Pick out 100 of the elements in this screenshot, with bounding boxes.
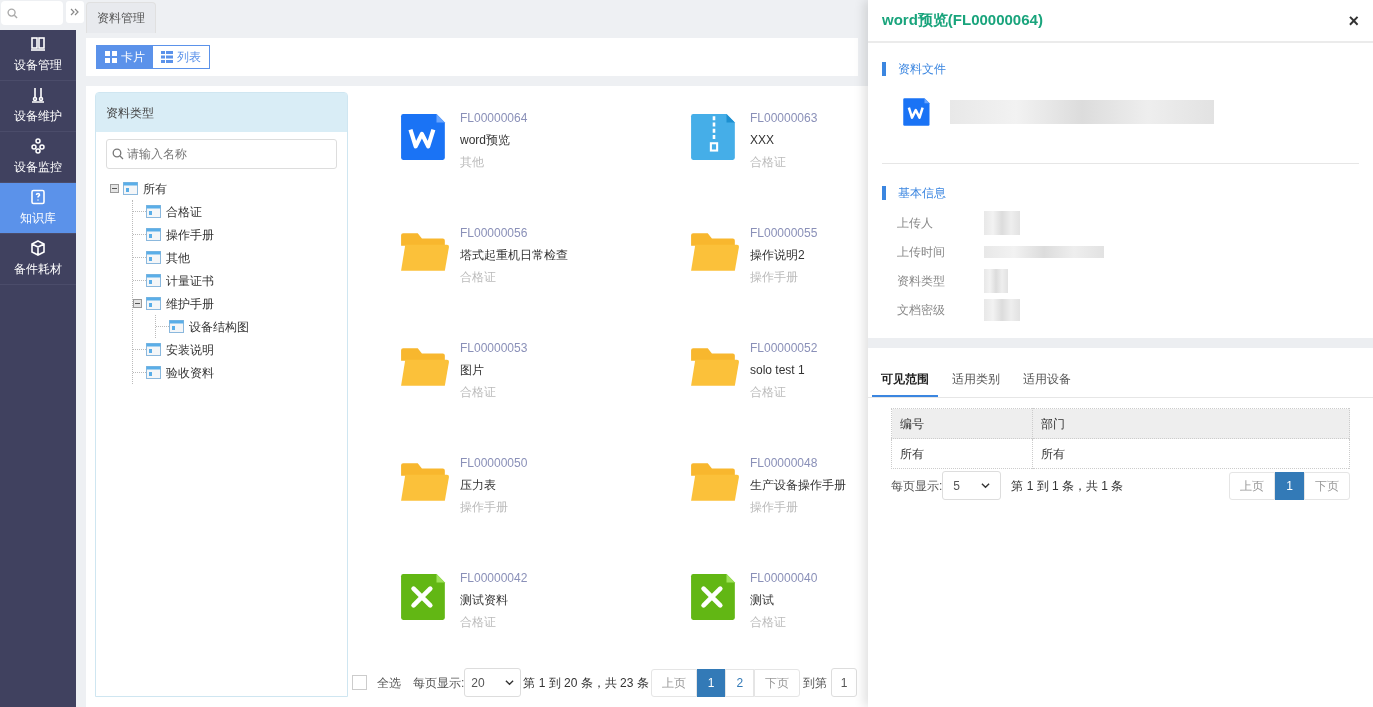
page-summary: 第 1 到 1 条，共 1 条	[1011, 477, 1124, 495]
section-title: 基本信息	[898, 185, 946, 202]
table-icon	[146, 297, 161, 310]
tree-item[interactable]: 维护手册	[166, 294, 214, 313]
blurred-value	[984, 268, 1008, 293]
file-name: word预览	[460, 132, 511, 149]
expand-button[interactable]	[66, 1, 84, 23]
page-size-select[interactable]: 20	[464, 668, 522, 697]
file-card[interactable]: FL00000052 solo test 1 合格证	[688, 339, 868, 398]
chevron-down-icon	[505, 678, 515, 687]
tree-item[interactable]: 所有	[143, 179, 167, 198]
nav-item[interactable]: 设备管理	[0, 30, 76, 81]
page-summary: 第 1 到 20 条，共 23 条	[523, 674, 649, 692]
collapse-toggle-icon[interactable]	[133, 299, 142, 308]
field-label: 上传时间	[897, 243, 946, 261]
file-card[interactable]: FL00000056 塔式起重机日常检查 合格证	[398, 224, 688, 283]
table-icon	[146, 343, 161, 356]
file-code: FL00000050	[460, 455, 528, 472]
page-size-select[interactable]: 5	[942, 471, 1002, 500]
page-tab[interactable]: 资料管理	[86, 2, 156, 33]
page-button[interactable]: 2	[725, 668, 755, 697]
tree-item[interactable]: 安装说明	[166, 340, 214, 359]
blurred-value	[984, 210, 1020, 235]
section-title: 资料文件	[898, 61, 946, 78]
file-code: FL00000063	[750, 110, 818, 127]
nav-item[interactable]: 备件耗材	[0, 234, 76, 285]
tree-item[interactable]: 设备结构图	[189, 317, 249, 336]
file-type: 合格证	[460, 614, 497, 631]
field-label: 资料类型	[897, 272, 946, 290]
file-card[interactable]: FL00000064 word预览 其他	[398, 109, 688, 168]
page-button[interactable]: 1	[696, 668, 726, 697]
table-icon	[146, 205, 161, 218]
detail-tab[interactable]: 适用类别	[943, 363, 1009, 397]
table-icon	[169, 320, 184, 333]
detail-tab[interactable]: 适用设备	[1014, 363, 1080, 397]
file-name: 生产设备操作手册	[750, 477, 846, 494]
file-type: 合格证	[750, 154, 787, 171]
word-document-icon	[902, 97, 932, 127]
table-icon	[123, 182, 138, 195]
file-code: FL00000053	[460, 340, 528, 357]
page-button[interactable]: 1	[1275, 471, 1304, 500]
close-button[interactable]: ×	[1348, 11, 1359, 30]
file-name: 图片	[460, 362, 485, 379]
file-type: 合格证	[750, 614, 787, 631]
tree-item[interactable]: 操作手册	[166, 225, 214, 244]
search-field[interactable]: 请输入名称	[106, 139, 337, 169]
page-size-label: 每页显示:	[891, 477, 943, 495]
file-type: 操作手册	[750, 499, 799, 516]
file-code: FL00000052	[750, 340, 818, 357]
column-header: 编号	[891, 408, 1033, 439]
file-code: FL00000055	[750, 225, 818, 242]
file-type: 操作手册	[460, 499, 509, 516]
file-name: 压力表	[460, 477, 497, 494]
goto-page-field[interactable]: 1	[831, 668, 858, 697]
table-icon	[146, 228, 161, 241]
select-all-label: 全选	[377, 674, 401, 692]
tree-item[interactable]: 验收资料	[166, 363, 214, 382]
search-icon	[7, 7, 18, 19]
file-code: FL00000048	[750, 455, 819, 472]
tree-item[interactable]: 其他	[166, 248, 190, 267]
field-label: 上传人	[897, 214, 934, 232]
field-label: 文档密级	[897, 301, 946, 319]
file-name: XXX	[750, 132, 775, 149]
column-header: 部门	[1032, 408, 1350, 439]
blurred-value	[984, 298, 1020, 321]
page-size-label: 每页显示:	[413, 674, 465, 692]
tools-icon	[30, 87, 46, 103]
double-chevron-icon	[70, 7, 80, 17]
file-type: 其他	[460, 154, 485, 171]
book-icon	[30, 36, 46, 52]
table-cell: 所有	[891, 438, 1033, 469]
goto-label: 到第	[803, 674, 828, 692]
file-name: 测试资料	[460, 592, 509, 609]
tree-item[interactable]: 合格证	[166, 202, 202, 221]
file-type: 合格证	[460, 384, 497, 401]
select-all-checkbox[interactable]	[352, 675, 367, 690]
file-card[interactable]: FL00000048 生产设备操作手册 操作手册	[688, 454, 868, 513]
file-card[interactable]: FL00000063 XXX 合格证	[688, 109, 868, 168]
file-card[interactable]: FL00000055 操作说明2 操作手册	[688, 224, 868, 283]
table-icon	[146, 251, 161, 264]
file-name: solo test 1	[750, 362, 806, 379]
drawer-title: word预览(FL00000064)	[882, 10, 1043, 31]
search-field[interactable]	[1, 1, 63, 25]
file-card[interactable]: FL00000053 图片 合格证	[398, 339, 688, 398]
help-icon	[30, 189, 46, 205]
nav-item[interactable]: 设备维护	[0, 81, 76, 132]
file-card[interactable]: FL00000042 测试资料 合格证	[398, 569, 688, 628]
file-code: FL00000042	[460, 570, 528, 587]
file-code: FL00000040	[750, 570, 818, 587]
detail-tab[interactable]: 可见范围	[872, 363, 938, 397]
type-panel-header: 资料类型	[96, 93, 347, 132]
collapse-toggle-icon[interactable]	[110, 184, 119, 193]
file-type: 合格证	[750, 384, 787, 401]
grid-icon	[105, 51, 117, 63]
file-card[interactable]: FL00000040 测试 合格证	[688, 569, 868, 628]
file-type: 合格证	[460, 269, 497, 286]
cube-icon	[30, 240, 46, 256]
file-card[interactable]: FL00000050 压力表 操作手册	[398, 454, 688, 513]
file-name: 操作说明2	[750, 247, 806, 264]
tree-item[interactable]: 计量证书	[166, 271, 214, 290]
